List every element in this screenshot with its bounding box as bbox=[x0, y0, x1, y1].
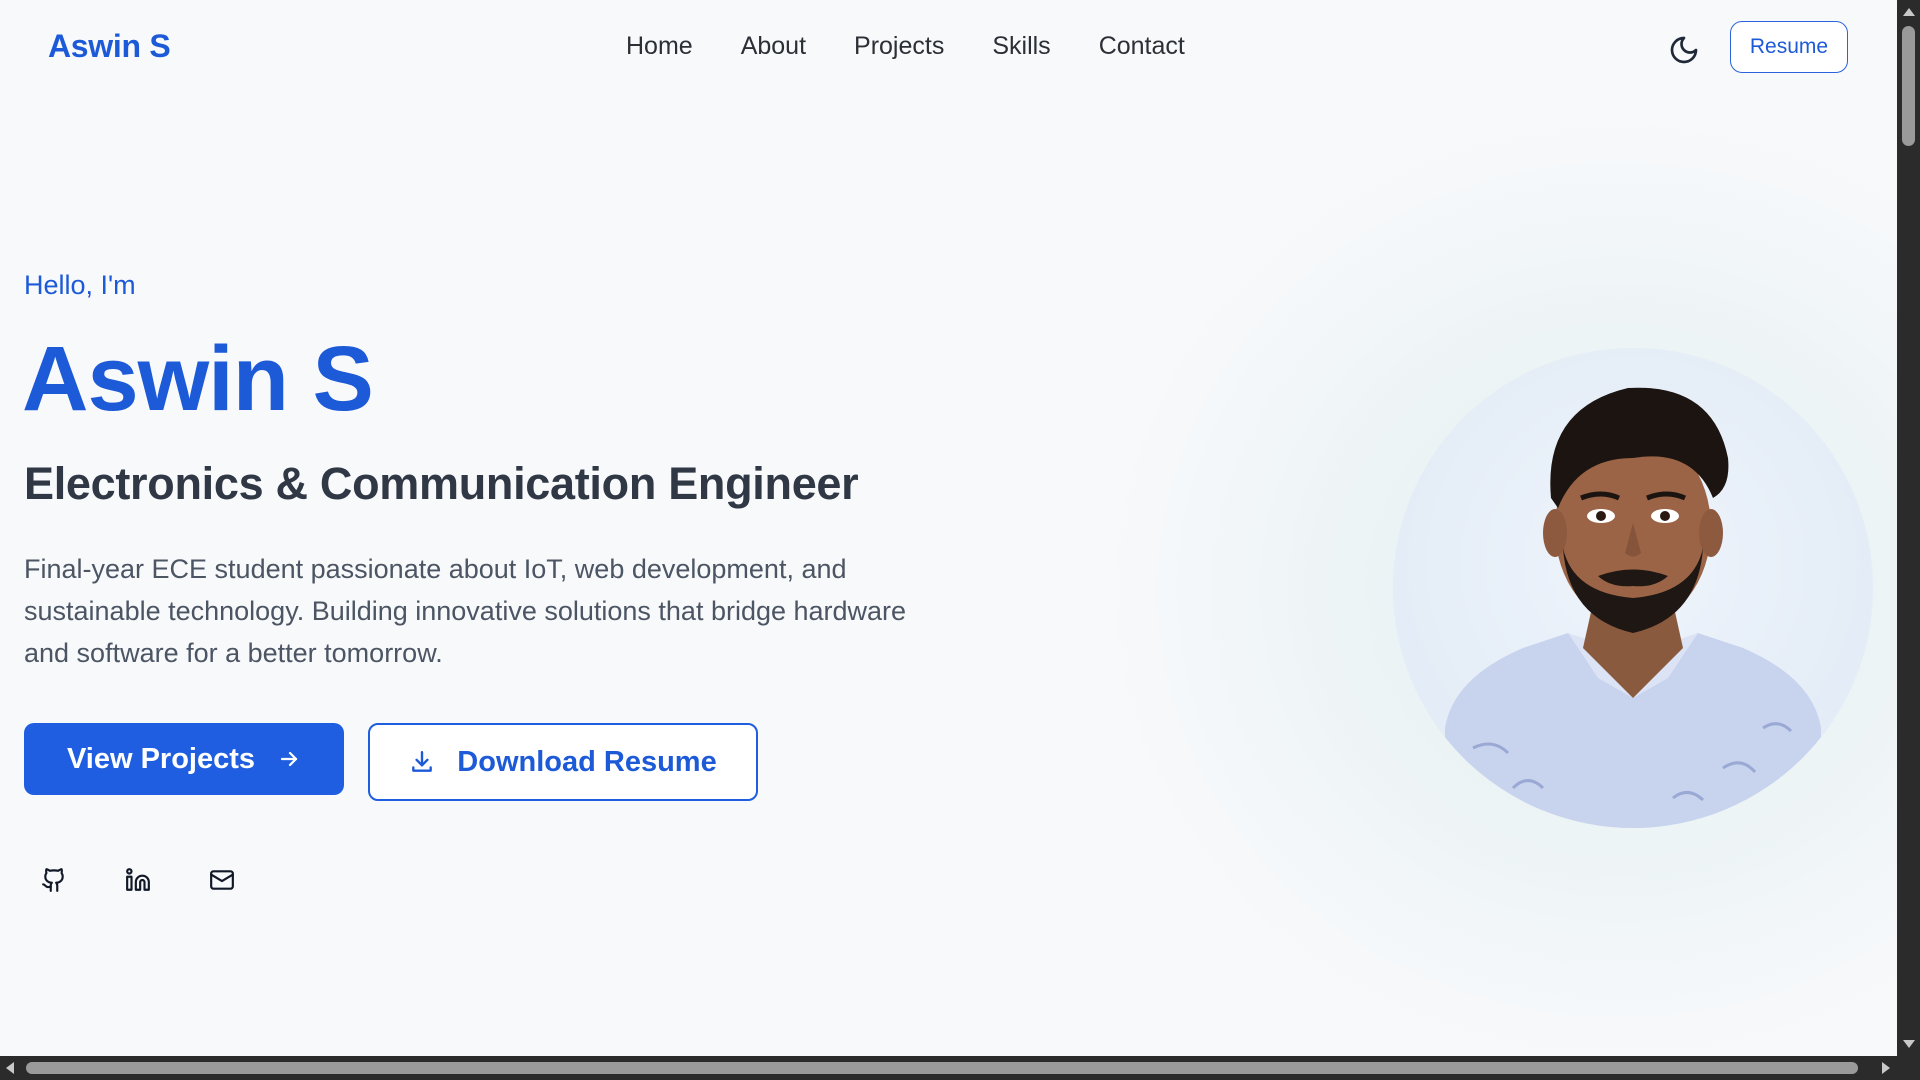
view-projects-label: View Projects bbox=[66, 742, 256, 775]
scroll-down-icon[interactable] bbox=[1903, 1040, 1915, 1048]
scroll-left-icon[interactable] bbox=[6, 1062, 14, 1074]
theme-toggle-button[interactable] bbox=[1668, 34, 1700, 66]
nav-link-about[interactable]: About bbox=[741, 32, 806, 61]
hero-description: Final-year ECE student passionate about … bbox=[24, 554, 907, 668]
view-projects-button[interactable]: View Projects bbox=[24, 723, 344, 795]
arrow-right-icon bbox=[280, 751, 298, 767]
hero-name: Aswin S bbox=[22, 328, 374, 430]
horizontal-scrollbar[interactable] bbox=[0, 1056, 1897, 1080]
hero-role: Electronics & Communication Engineer bbox=[24, 458, 859, 509]
download-resume-button[interactable]: Download Resume bbox=[368, 723, 758, 801]
portrait-illustration bbox=[1393, 348, 1873, 828]
mail-icon bbox=[210, 870, 234, 890]
vertical-scrollbar[interactable] bbox=[1897, 0, 1920, 1056]
scroll-up-icon[interactable] bbox=[1903, 8, 1915, 16]
nav-link-projects[interactable]: Projects bbox=[854, 32, 944, 61]
download-icon bbox=[412, 751, 433, 772]
scroll-right-icon[interactable] bbox=[1882, 1062, 1890, 1074]
vertical-scrollbar-thumb[interactable] bbox=[1902, 26, 1915, 146]
nav-link-skills[interactable]: Skills bbox=[992, 32, 1050, 61]
site-logo[interactable]: Aswin S bbox=[48, 28, 171, 65]
nav-resume-button[interactable]: Resume bbox=[1730, 21, 1848, 73]
nav-links: Home About Projects Skills Contact bbox=[626, 32, 1185, 61]
email-link[interactable] bbox=[208, 866, 236, 894]
nav-link-contact[interactable]: Contact bbox=[1099, 32, 1185, 61]
profile-photo bbox=[1393, 348, 1873, 828]
social-links bbox=[40, 866, 236, 894]
navbar: Aswin S Home About Projects Skills Conta… bbox=[0, 0, 1897, 96]
github-icon bbox=[42, 868, 64, 892]
hero-greeting: Hello, I'm bbox=[24, 270, 136, 300]
nav-link-home[interactable]: Home bbox=[626, 32, 693, 61]
moon-icon bbox=[1670, 36, 1698, 64]
github-link[interactable] bbox=[40, 866, 68, 894]
linkedin-icon bbox=[126, 868, 150, 891]
download-resume-label: Download Resume bbox=[457, 745, 717, 778]
linkedin-link[interactable] bbox=[124, 866, 152, 894]
scrollbar-corner bbox=[1897, 1056, 1920, 1080]
horizontal-scrollbar-thumb[interactable] bbox=[26, 1062, 1858, 1074]
page: Aswin S Home About Projects Skills Conta… bbox=[0, 0, 1897, 1056]
